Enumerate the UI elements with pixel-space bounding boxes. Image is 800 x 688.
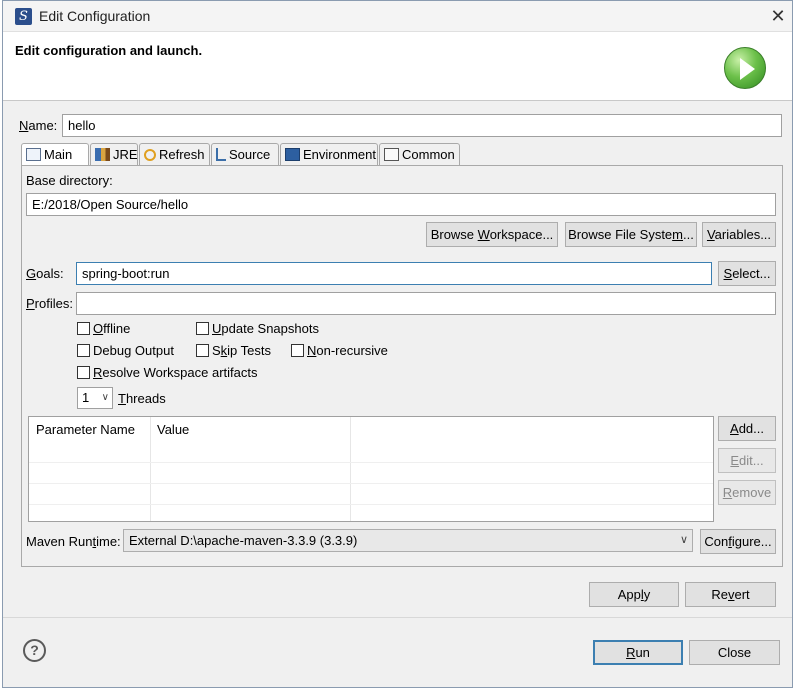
main-tab-icon	[26, 148, 41, 161]
eclipse-s-icon: S	[15, 8, 32, 25]
base-directory-label: Base directory:	[26, 173, 113, 188]
parameter-table[interactable]: Parameter Name Value	[28, 416, 714, 522]
browse-file-system-button[interactable]: Browse File System...	[565, 222, 697, 247]
dialog-banner: Edit configuration and launch.	[3, 32, 792, 101]
column-divider	[150, 417, 151, 521]
chevron-down-icon: ∨	[679, 534, 688, 546]
revert-button[interactable]: Revert	[685, 582, 776, 607]
maven-runtime-value: External D:\apache-maven-3.3.9 (3.3.9)	[129, 533, 358, 548]
non-recursive-checkbox[interactable]	[291, 344, 304, 357]
goals-label: Goals:	[26, 266, 64, 281]
resolve-workspace-label: Resolve Workspace artifacts	[93, 365, 258, 380]
skip-tests-checkbox[interactable]	[196, 344, 209, 357]
common-icon	[384, 148, 399, 161]
row-divider	[29, 483, 713, 484]
threads-value: 1	[82, 390, 90, 405]
offline-checkbox[interactable]	[77, 322, 90, 335]
window-title: Edit Configuration	[39, 8, 151, 24]
run-launch-icon	[724, 47, 766, 89]
profiles-input[interactable]	[76, 292, 776, 315]
column-header-parameter-name[interactable]: Parameter Name	[29, 417, 150, 443]
maven-runtime-label: Maven Runtime:	[26, 534, 121, 549]
column-divider	[350, 417, 351, 521]
title-bar[interactable]: S Edit Configuration ✕	[3, 1, 792, 32]
environment-icon	[285, 148, 300, 161]
jre-icon	[95, 148, 110, 161]
footer-separator	[3, 617, 792, 618]
threads-label: Threads	[118, 391, 166, 406]
tab-environment[interactable]: Environment	[280, 143, 378, 165]
tab-jre[interactable]: JRE	[90, 143, 138, 165]
close-icon[interactable]: ✕	[766, 5, 790, 27]
offline-label: Offline	[93, 321, 131, 336]
debug-output-checkbox[interactable]	[77, 344, 90, 357]
name-input[interactable]: hello	[62, 114, 782, 137]
edit-parameter-button[interactable]: Edit...	[718, 448, 776, 473]
maven-runtime-select[interactable]: External D:\apache-maven-3.3.9 (3.3.9) ∨	[123, 529, 693, 552]
apply-button[interactable]: Apply	[589, 582, 679, 607]
desktop-background-right	[792, 0, 800, 688]
chevron-down-icon: ∨	[101, 392, 109, 403]
column-header-value[interactable]: Value	[150, 417, 350, 443]
row-divider	[29, 462, 713, 463]
threads-select[interactable]: 1 ∨	[77, 387, 113, 409]
browse-workspace-button[interactable]: Browse Workspace...	[426, 222, 558, 247]
debug-output-label: Debug Output	[93, 343, 174, 358]
tab-source[interactable]: Source	[211, 143, 279, 165]
tab-refresh[interactable]: Refresh	[139, 143, 210, 165]
help-icon[interactable]: ?	[23, 639, 46, 662]
run-button[interactable]: Run	[593, 640, 683, 665]
add-parameter-button[interactable]: Add...	[718, 416, 776, 441]
non-recursive-label: Non-recursive	[307, 343, 388, 358]
configure-runtime-button[interactable]: Configure...	[700, 529, 776, 554]
variables-button[interactable]: Variables...	[702, 222, 776, 247]
tab-common[interactable]: Common	[379, 143, 460, 165]
update-snapshots-label: Update Snapshots	[212, 321, 319, 336]
tab-main[interactable]: Main	[21, 143, 89, 166]
remove-parameter-button[interactable]: Remove	[718, 480, 776, 505]
select-goals-button[interactable]: Select...	[718, 261, 776, 286]
resolve-workspace-checkbox[interactable]	[77, 366, 90, 379]
refresh-icon	[144, 149, 156, 161]
goals-input[interactable]: spring-boot:run	[76, 262, 712, 285]
name-label: Name:	[19, 118, 58, 133]
base-directory-input[interactable]: E:/2018/Open Source/hello	[26, 193, 776, 216]
source-icon	[216, 148, 226, 161]
profiles-label: Profiles:	[26, 296, 73, 311]
skip-tests-label: Skip Tests	[212, 343, 272, 358]
close-button[interactable]: Close	[689, 640, 780, 665]
banner-title: Edit configuration and launch.	[15, 43, 203, 58]
edit-configuration-dialog: S Edit Configuration ✕ Edit configuratio…	[2, 0, 793, 688]
row-divider	[29, 504, 713, 505]
update-snapshots-checkbox[interactable]	[196, 322, 209, 335]
